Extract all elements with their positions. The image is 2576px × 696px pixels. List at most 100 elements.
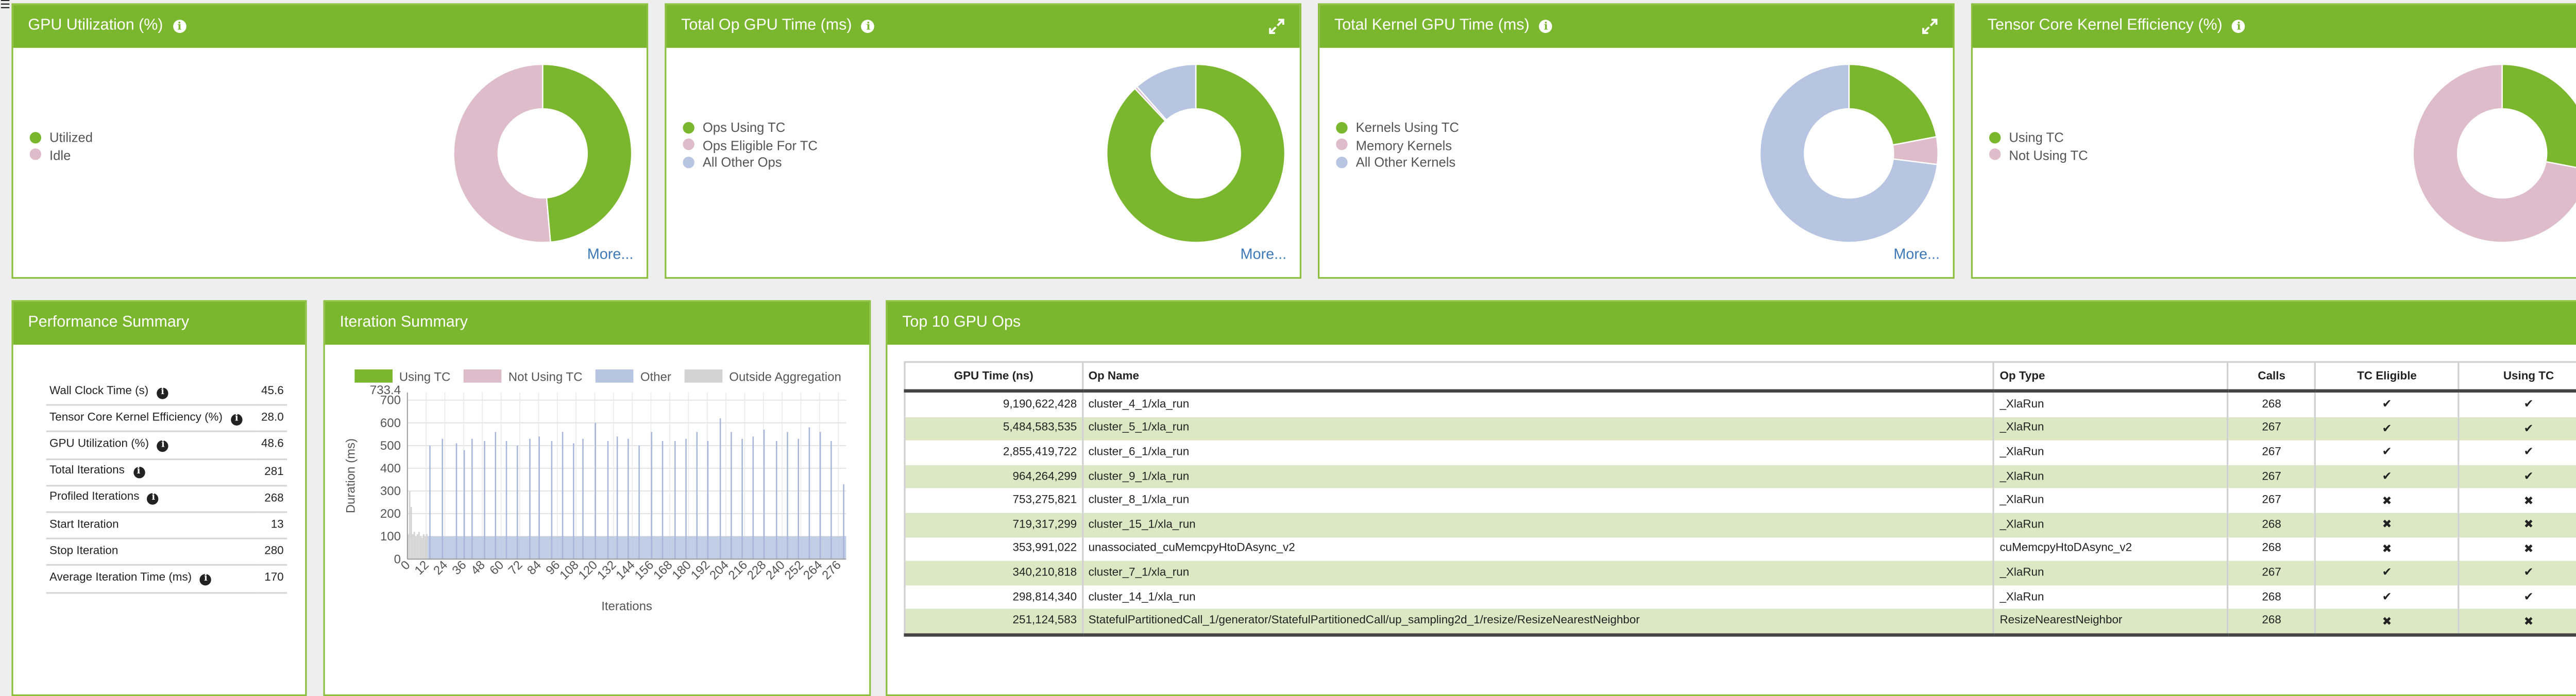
table-row[interactable]: 9,190,622,428 cluster_4_1/xla_run _XlaRun 2… (904, 391, 2576, 417)
bar-other-spike[interactable] (562, 432, 564, 559)
info-icon[interactable]: i (147, 494, 159, 505)
bar-other-spike[interactable] (685, 438, 687, 559)
info-icon[interactable]: i (2232, 20, 2246, 33)
info-icon[interactable]: i (200, 573, 212, 586)
bar-outside-aggregation[interactable] (426, 534, 428, 559)
expand-icon[interactable] (1268, 18, 1285, 35)
bar-other-spike[interactable] (529, 438, 531, 559)
summary-label: Tensor Core Kernel Efficiency (%) (49, 412, 223, 424)
bar-other-spike[interactable] (819, 432, 821, 559)
bar-other-spike[interactable] (651, 432, 653, 559)
table-row[interactable]: 964,264,299 cluster_9_1/xla_run _XlaRun 267… (904, 465, 2576, 489)
bar-other-spike[interactable] (775, 441, 777, 559)
column-header[interactable]: GPU Time (ns) (904, 361, 1083, 393)
bar-other-spike[interactable] (495, 432, 497, 559)
legend-item[interactable]: Using TC (354, 369, 450, 384)
bar-other-spike[interactable] (616, 436, 618, 559)
table-row[interactable]: 353,991,022 unassociated_cuMemcpyHtoDAsyn… (904, 537, 2576, 562)
bar-outside-aggregation[interactable] (409, 491, 411, 559)
legend-swatch (29, 148, 42, 160)
legend-item[interactable]: Not Using TC (464, 369, 582, 384)
info-icon[interactable]: i (173, 20, 187, 33)
x-tick-label: 48 (468, 558, 488, 578)
tc-eligible-cell: ✔ (2314, 585, 2460, 609)
bar-outside-aggregation[interactable] (423, 534, 425, 559)
expand-icon[interactable] (1922, 18, 1938, 35)
donut-slice[interactable] (1848, 63, 1938, 146)
bar-other-spike[interactable] (573, 443, 574, 559)
table-row[interactable]: 2,855,419,722 cluster_6_1/xla_run _XlaRun 2… (904, 440, 2576, 465)
bar-outside-aggregation[interactable] (413, 532, 415, 559)
bar-other-spike[interactable] (463, 450, 465, 559)
bar-other-spike[interactable] (516, 445, 518, 559)
bar-other-spike[interactable] (607, 441, 609, 559)
legend-item[interactable]: Other (596, 369, 671, 384)
bar-other-spike[interactable] (551, 441, 553, 559)
table-row[interactable]: 719,317,299 cluster_15_1/xla_run _XlaRun 26… (904, 513, 2576, 537)
column-header[interactable]: Op Name (1081, 361, 1995, 393)
bar-other-spike[interactable] (638, 445, 640, 559)
chart-legend: Using TC Not Using TC Other Outside Aggr… (354, 369, 851, 384)
bar-other-spike[interactable] (628, 438, 629, 559)
table-row[interactable]: 298,814,340 cluster_14_1/xla_run _XlaRun 26… (904, 585, 2576, 609)
column-header[interactable]: Calls (2227, 361, 2316, 393)
bar-other-spike[interactable] (582, 438, 584, 559)
bar-other-spike[interactable] (538, 436, 540, 559)
y-tick-label: 200 (380, 507, 401, 521)
bar-outside-aggregation[interactable] (416, 534, 418, 559)
column-header[interactable]: TC Eligible (2314, 361, 2460, 393)
bar-other-spike[interactable] (798, 438, 799, 559)
bar-other-spike[interactable] (696, 432, 698, 559)
bar-outside-aggregation[interactable] (421, 537, 423, 559)
bar-other-spike[interactable] (455, 443, 457, 559)
bar-other-spike[interactable] (831, 441, 832, 559)
bar-outside-aggregation[interactable] (420, 536, 421, 559)
table-row[interactable]: 5,484,583,535 cluster_5_1/xla_run _XlaRun 2… (904, 416, 2576, 441)
bar-other-spike[interactable] (595, 422, 597, 559)
bar-other-spike[interactable] (707, 441, 709, 559)
table-row[interactable]: 251,124,583 StatefulPartitionedCall_1/gen… (904, 609, 2576, 637)
bar-other-spike[interactable] (484, 441, 485, 559)
bar-other-spike[interactable] (741, 438, 743, 559)
bar-other-spike[interactable] (787, 432, 788, 559)
bar-other-spike[interactable] (471, 438, 473, 559)
column-header[interactable]: Op Type (1993, 361, 2229, 393)
bar-outside-aggregation[interactable] (418, 532, 420, 559)
bar-outside-aggregation[interactable] (410, 506, 412, 559)
op-name-cell: cluster_6_1/xla_run (1081, 440, 1995, 465)
bar-other-spike[interactable] (505, 441, 507, 559)
bar-other[interactable] (428, 536, 846, 559)
card-title: Total Kernel GPU Time (ms) (1334, 16, 1530, 35)
bar-other-spike[interactable] (808, 427, 810, 559)
menu-icon[interactable]: ☰ (0, 0, 10, 11)
more-link[interactable]: More... (587, 246, 634, 262)
info-icon[interactable]: i (1539, 20, 1553, 33)
bar-other-spike[interactable] (843, 484, 844, 559)
donut-slice[interactable] (2501, 63, 2576, 170)
bar-outside-aggregation[interactable] (415, 536, 417, 559)
bar-other-spike[interactable] (752, 436, 754, 559)
table-row[interactable]: 753,275,821 cluster_8_1/xla_run _XlaRun 267… (904, 488, 2576, 513)
bar-other-spike[interactable] (763, 429, 765, 559)
info-icon[interactable]: i (157, 440, 169, 452)
more-link[interactable]: More... (1893, 246, 1940, 262)
more-link[interactable]: More... (1241, 246, 1287, 262)
bar-outside-aggregation[interactable] (425, 536, 426, 559)
bar-outside-aggregation[interactable] (412, 534, 414, 559)
column-header[interactable]: Using TC (2458, 361, 2576, 393)
bar-other-spike[interactable] (719, 418, 721, 559)
bar-other-spike[interactable] (429, 445, 431, 559)
info-icon[interactable]: i (157, 387, 168, 399)
table-row[interactable]: 340,210,818 cluster_7_1/xla_run _XlaRun 267… (904, 561, 2576, 585)
donut-slice[interactable] (453, 63, 551, 243)
donut-slice[interactable] (542, 63, 633, 243)
tc-eligible-cell: ✖ (2314, 488, 2460, 513)
info-icon[interactable]: i (861, 20, 875, 33)
bar-other-spike[interactable] (674, 441, 676, 559)
bar-other-spike[interactable] (662, 441, 664, 559)
legend-item[interactable]: Outside Aggregation (684, 369, 841, 384)
bar-other-spike[interactable] (442, 438, 444, 559)
bar-other-spike[interactable] (731, 432, 732, 559)
info-icon[interactable]: i (230, 413, 243, 426)
info-icon[interactable]: i (132, 467, 145, 479)
